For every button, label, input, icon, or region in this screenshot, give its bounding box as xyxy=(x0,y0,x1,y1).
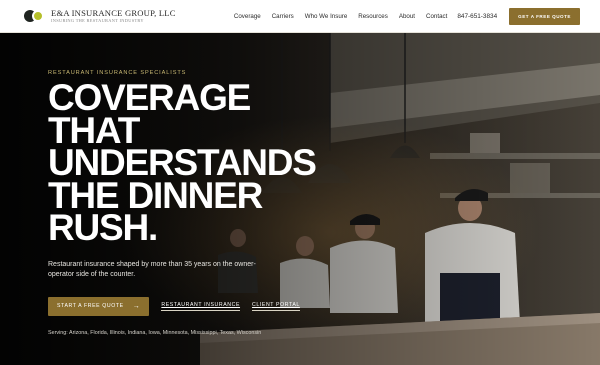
hero-eyebrow: RESTAURANT INSURANCE SPECIALISTS xyxy=(48,70,187,76)
hero-cta-row: START A FREE QUOTE → RESTAURANT INSURANC… xyxy=(48,296,348,316)
client-portal-link[interactable]: CLIENT PORTAL xyxy=(252,302,300,311)
hero-subtext: Restaurant insurance shaped by more than… xyxy=(48,260,256,278)
nav-carriers[interactable]: Carriers xyxy=(272,13,294,20)
site-header: E&A INSURANCE GROUP, LLC INSURING THE RE… xyxy=(0,0,600,33)
logo[interactable]: E&A INSURANCE GROUP, LLC INSURING THE RE… xyxy=(24,9,176,23)
brand-name: E&A INSURANCE GROUP, LLC xyxy=(51,8,176,18)
nav-resources[interactable]: Resources xyxy=(358,13,388,20)
main-nav: Coverage Carriers Who We Insure Resource… xyxy=(234,13,447,20)
get-free-quote-button[interactable]: GET A FREE QUOTE xyxy=(509,7,580,25)
nav-about[interactable]: About xyxy=(399,13,415,20)
start-free-quote-label: START A FREE QUOTE xyxy=(57,303,124,309)
nav-who-we-insure[interactable]: Who We Insure xyxy=(305,13,348,20)
logo-mark-icon xyxy=(24,9,46,23)
arrow-right-icon: → xyxy=(132,302,141,310)
hero-section: RESTAURANT INSURANCE SPECIALISTS COVERAG… xyxy=(0,33,600,365)
serving-states: Serving: Arizona, Florida, Illinois, Ind… xyxy=(48,329,262,336)
hero-headline: COVERAGE THAT UNDERSTANDS THE DINNER RUS… xyxy=(48,77,317,248)
restaurant-insurance-link[interactable]: RESTAURANT INSURANCE xyxy=(161,302,241,311)
hero-content: RESTAURANT INSURANCE SPECIALISTS COVERAG… xyxy=(48,70,348,336)
phone-number[interactable]: 847-651-3834 xyxy=(457,13,497,20)
start-free-quote-button[interactable]: START A FREE QUOTE → xyxy=(48,296,150,316)
brand-tagline: INSURING THE RESTAURANT INDUSTRY xyxy=(51,17,144,23)
logo-text: E&A INSURANCE GROUP, LLC INSURING THE RE… xyxy=(51,9,176,23)
nav-contact[interactable]: Contact xyxy=(426,13,447,20)
nav-coverage[interactable]: Coverage xyxy=(234,13,261,20)
